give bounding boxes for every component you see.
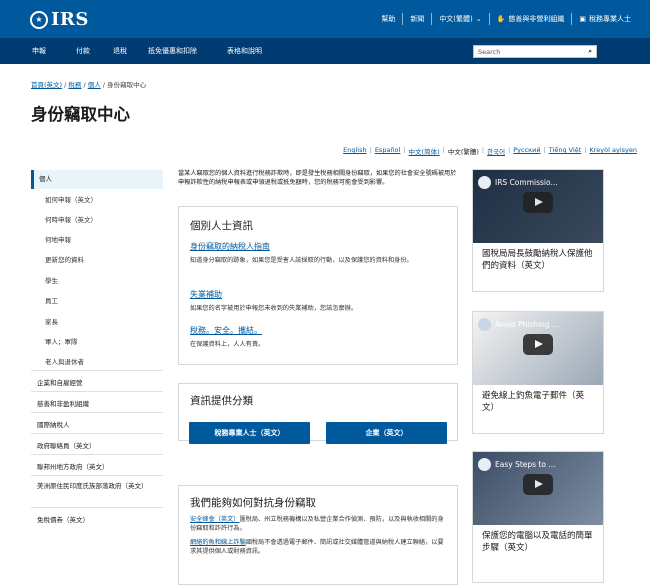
sidebar-item-military[interactable]: 軍人；軍隊 [31,336,163,346]
sidebar-item-employees[interactable]: 員工 [31,295,163,305]
security-summit-item: 安全峰會（英文）匯稅局、州立稅務機構以及私營企業合作偵測、預防，以及與執收相關的… [190,516,448,533]
handshake-icon: ✋ [496,15,506,23]
breadcrumb-individuals[interactable]: 個人 [88,81,101,89]
nav-forms-instructions[interactable]: 表格和說明 [227,46,262,56]
video-caption[interactable]: 避免線上釣魚電子郵件（英文） [473,385,603,420]
fight-identity-theft-card: 我們能夠如何對抗身份竊取 安全峰會（英文）匯稅局、州立稅務機構以及私營企業合作偵… [178,485,458,585]
sidebar-item-international[interactable]: 國際納稅人 [31,412,163,429]
charities-link-label: 慈善與非營利組織 [508,15,565,23]
page-title: 身份竊取中心 [31,105,130,124]
news-link[interactable]: 新聞 [403,14,431,24]
lang-spanish[interactable]: Español [375,146,401,156]
tax-pros-link[interactable]: ▣ 稅務專業人士 [572,14,638,24]
video-thumbnail[interactable]: Easy Steps to ... [473,452,603,525]
language-links: English | Español | 中文(简体) | 中文(繁體) | 한국어 | Р… [343,146,637,156]
sidebar-item-update-info[interactable]: 更新您的資料 [31,254,163,264]
security-summit-link[interactable]: 安全峰會（英文） [190,516,240,523]
lang-haitian-creole[interactable]: Kreyòl ayisyen [590,146,637,156]
video-card-commissioner[interactable]: IRS Commissio... 國稅局局長鼓勵納稅人保護他們的資料（英文） [472,169,604,292]
phishing-link[interactable]: 網絡釣魚和線上詐騙 [190,539,246,546]
irs-seal-icon [478,318,491,331]
sidebar-item-where-to-file[interactable]: 何地申報 [31,234,163,244]
play-icon[interactable] [523,192,553,213]
video-card-easy-steps[interactable]: Easy Steps to ... 保護您的電腦以及電話的簡單步驟（英文） [472,451,604,583]
video-card-phishing[interactable]: Avoid Phishing ... 避免線上釣魚電子郵件（英文） [472,311,604,434]
video-title: Avoid Phishing ... [495,320,560,329]
video-caption[interactable]: 保護您的電腦以及電話的簡單步驟（英文） [473,525,603,560]
tax-pros-link-label: 稅務專業人士 [589,15,631,23]
help-link[interactable]: 幫助 [374,14,402,24]
taxpayer-guide-desc: 知道身分竊取的跡象，如果您是受害人該採取的行動，以及保護您的資料和身份。 [190,257,413,264]
sidebar-item-parents[interactable]: 家長 [31,316,163,326]
sidebar-item-when-to-file[interactable]: 何時申報（英文） [31,214,163,224]
taxpayer-guide-link[interactable]: 身份竊取的納稅人指南 [190,241,270,252]
eagle-seal-icon: ★ [30,10,48,29]
irs-logo[interactable]: ★ IRS [30,9,89,30]
top-links: 幫助 新聞 中文(繁體) ⌄ ✋ 慈善與非營利組織 ▣ 稅務專業人士 [374,0,638,38]
sidebar-item-business[interactable]: 企業和自雇經營 [31,370,163,387]
irs-seal-icon [478,176,491,189]
breadcrumb: 首頁(英文) / 稅務 / 個人 / 身份竊取中心 [31,81,147,89]
play-icon[interactable] [523,334,553,355]
video-caption[interactable]: 國稅局局長鼓勵納稅人保護他們的資料（英文） [473,243,603,278]
chevron-down-icon: ⌄ [475,15,482,23]
category-card-title: 資訊提供分類 [190,395,253,407]
individuals-info-card: 個別人士資訊 身份竊取的納稅人指南 知道身分竊取的跡象，如果您是受害人該採取的行… [178,206,458,365]
fight-card-title: 我們能夠如何對抗身份竊取 [190,497,316,509]
lang-traditional-chinese: 中文(繁體) [447,148,479,156]
business-button[interactable]: 企業（英文） [326,422,447,444]
video-title: IRS Commissio... [495,178,558,187]
charities-link[interactable]: ✋ 慈善與非營利組織 [490,14,572,24]
breadcrumb-home[interactable]: 首頁(英文) [31,81,62,89]
sidebar-item-how-to-file[interactable]: 如何申報（英文） [31,194,163,204]
unemployment-desc: 如果您的名字被用於申報您未收到的失業補助，您該怎麼辦。 [190,305,358,312]
briefcase-icon: ▣ [579,15,586,23]
lang-vietnamese[interactable]: Tiếng Việt [549,146,582,156]
lang-simplified-chinese[interactable]: 中文(简体) [409,146,440,156]
logo-text: IRS [51,9,89,30]
lang-russian[interactable]: Русский [513,146,540,156]
nav-pay[interactable]: 付款 [76,46,90,56]
search-icon[interactable]: ⌕ [588,47,592,56]
sidebar-item-individuals[interactable]: 個人 [31,170,163,189]
video-title: Easy Steps to ... [495,460,556,469]
language-dropdown[interactable]: 中文(繁體) ⌄ [432,14,488,24]
play-icon[interactable] [523,474,553,495]
breadcrumb-tax[interactable]: 稅務 [68,81,81,89]
unemployment-link[interactable]: 失業補助 [190,289,222,300]
sidebar-item-government-liaisons[interactable]: 政府聯絡員（英文） [31,433,163,450]
search-placeholder: Search [478,47,501,56]
lang-english[interactable]: English [343,146,366,156]
video-thumbnail[interactable]: Avoid Phishing ... [473,312,603,385]
sidebar-item-federal-state-local[interactable]: 聯邦州地方政府（英文） [31,454,163,471]
sidebar-item-tax-exempt-bonds[interactable]: 免稅債券（英文） [31,507,163,524]
sidebar-item-seniors-retirees[interactable]: 老人與退休者 [31,356,163,366]
sidebar-item-students[interactable]: 學生 [31,275,163,285]
irs-seal-icon [478,458,491,471]
nav-file[interactable]: 申報 [32,46,46,56]
tax-professionals-button[interactable]: 稅務專業人士（英文） [189,422,310,444]
sidebar-item-tribal-governments[interactable]: 美洲原住民印度氏族部落政府（英文） [31,475,163,492]
language-dropdown-label: 中文(繁體) [439,15,473,23]
top-bar: ★ IRS 幫助 新聞 中文(繁體) ⌄ ✋ 慈善與非營利組織 ▣ 稅務專業人士 [0,0,650,38]
search-input[interactable]: Search ⌕ [473,45,597,58]
nav-refunds[interactable]: 退稅 [113,46,127,56]
individuals-card-title: 個別人士資訊 [190,220,253,232]
video-thumbnail[interactable]: IRS Commissio... [473,170,603,243]
lang-korean[interactable]: 한국어 [487,146,505,156]
nav-credits-deductions[interactable]: 抵免優惠和扣除 [148,46,197,56]
intro-paragraph: 當某人竊取您的個人資料進行稅務詐欺時，即是發生稅務相關身份竊取，如果您的社會安全… [178,170,457,186]
security-desc: 在保護資料上，人人有責。 [190,341,265,348]
security-link[interactable]: 稅務。安全。攜結。 [190,325,262,336]
breadcrumb-current: 身份竊取中心 [107,81,147,89]
sidebar-item-charities[interactable]: 慈善和非盈利組織 [31,391,163,408]
phishing-item: 網絡釣魚和線上詐騙國稅局不會透過電子郵件、簡訊或社交媒體管道與納稅人建立聯絡，以… [190,539,448,556]
